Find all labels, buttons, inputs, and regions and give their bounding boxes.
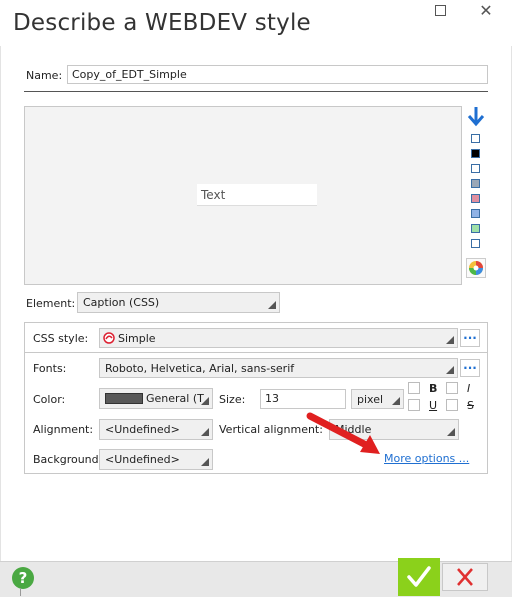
color-value: General (T — [146, 392, 204, 405]
help-button[interactable]: ? — [12, 567, 34, 589]
arrow-down-icon[interactable] — [464, 104, 488, 128]
help-icon: ? — [18, 569, 28, 587]
name-input[interactable]: Copy_of_EDT_Simple — [67, 65, 488, 84]
alignment-label: Alignment: — [33, 423, 94, 436]
frame-separator — [24, 352, 488, 353]
swatch-blue[interactable] — [471, 209, 480, 218]
size-input[interactable]: 13 — [260, 389, 346, 409]
bold-checkbox[interactable] — [408, 382, 420, 394]
dropdown-arrow-icon — [201, 458, 209, 466]
swatch-pink[interactable] — [471, 194, 480, 203]
swatch-white-3[interactable] — [471, 239, 480, 248]
element-label: Element: — [26, 297, 76, 310]
background-value: <Undefined> — [105, 453, 180, 466]
css-style-select[interactable]: Simple — [99, 328, 458, 348]
window-title: Describe a WEBDEV style — [13, 10, 311, 36]
palette-icon — [469, 261, 483, 275]
fonts-more-button[interactable]: ... — [460, 359, 480, 377]
size-unit-value: pixel — [357, 393, 384, 406]
strike-checkbox[interactable] — [446, 399, 458, 411]
alignment-value: <Undefined> — [105, 423, 180, 436]
underline-checkbox[interactable] — [408, 399, 420, 411]
close-button[interactable]: ✕ — [472, 0, 500, 22]
swatch-white[interactable] — [471, 134, 480, 143]
size-label: Size: — [219, 393, 246, 406]
css-style-value: Simple — [118, 332, 156, 345]
underline-label: U — [429, 399, 438, 412]
background-select[interactable]: <Undefined> — [99, 449, 213, 470]
maximize-icon — [434, 5, 446, 16]
dropdown-arrow-icon — [392, 397, 400, 405]
close-icon: ✕ — [479, 1, 493, 20]
element-value: Caption (CSS) — [83, 296, 160, 309]
dropdown-arrow-icon — [201, 428, 209, 436]
more-options-link[interactable]: More options ... — [384, 452, 469, 465]
swatch-black[interactable] — [471, 149, 480, 158]
fonts-select[interactable]: Roboto, Helvetica, Arial, sans-serif — [99, 358, 458, 378]
background-label: Background: — [33, 453, 103, 466]
swatch-gray[interactable] — [471, 179, 480, 188]
dropdown-arrow-icon — [446, 336, 454, 344]
fonts-label: Fonts: — [33, 362, 67, 375]
css-style-label: CSS style: — [33, 332, 89, 345]
italic-label: I — [467, 382, 471, 395]
alignment-select[interactable]: <Undefined> — [99, 419, 213, 440]
ok-button[interactable] — [398, 558, 440, 596]
maximize-button[interactable] — [426, 0, 454, 22]
element-select[interactable]: Caption (CSS) — [77, 292, 280, 313]
dropdown-arrow-icon — [201, 397, 209, 405]
style-preview: Text — [24, 106, 462, 285]
cross-icon — [457, 568, 473, 586]
dropdown-arrow-icon — [447, 428, 455, 436]
title-bar: Describe a WEBDEV style ✕ — [0, 0, 512, 46]
italic-checkbox[interactable] — [446, 382, 458, 394]
cancel-button[interactable] — [442, 563, 488, 591]
name-label: Name: — [26, 69, 63, 82]
preview-text: Text — [197, 184, 317, 206]
size-unit-select[interactable]: pixel — [351, 389, 404, 409]
separator — [24, 91, 488, 92]
checkmark-icon — [407, 566, 431, 587]
swatch-white-2[interactable] — [471, 164, 480, 173]
palette-button[interactable] — [466, 258, 486, 278]
red-arrow-icon — [306, 412, 380, 454]
swatch-green[interactable] — [471, 224, 480, 233]
bold-label: B — [429, 382, 438, 395]
dropdown-arrow-icon — [268, 301, 276, 309]
strike-label: S — [467, 399, 474, 412]
size-value: 13 — [265, 392, 279, 405]
dropdown-arrow-icon — [446, 366, 454, 374]
css-style-more-button[interactable]: ... — [460, 329, 480, 347]
color-swatch — [105, 393, 143, 404]
fonts-value: Roboto, Helvetica, Arial, sans-serif — [105, 362, 295, 375]
css-style-icon — [103, 332, 115, 344]
resize-grip — [20, 588, 21, 596]
color-label: Color: — [33, 393, 66, 406]
color-select[interactable]: General (T — [99, 388, 213, 409]
